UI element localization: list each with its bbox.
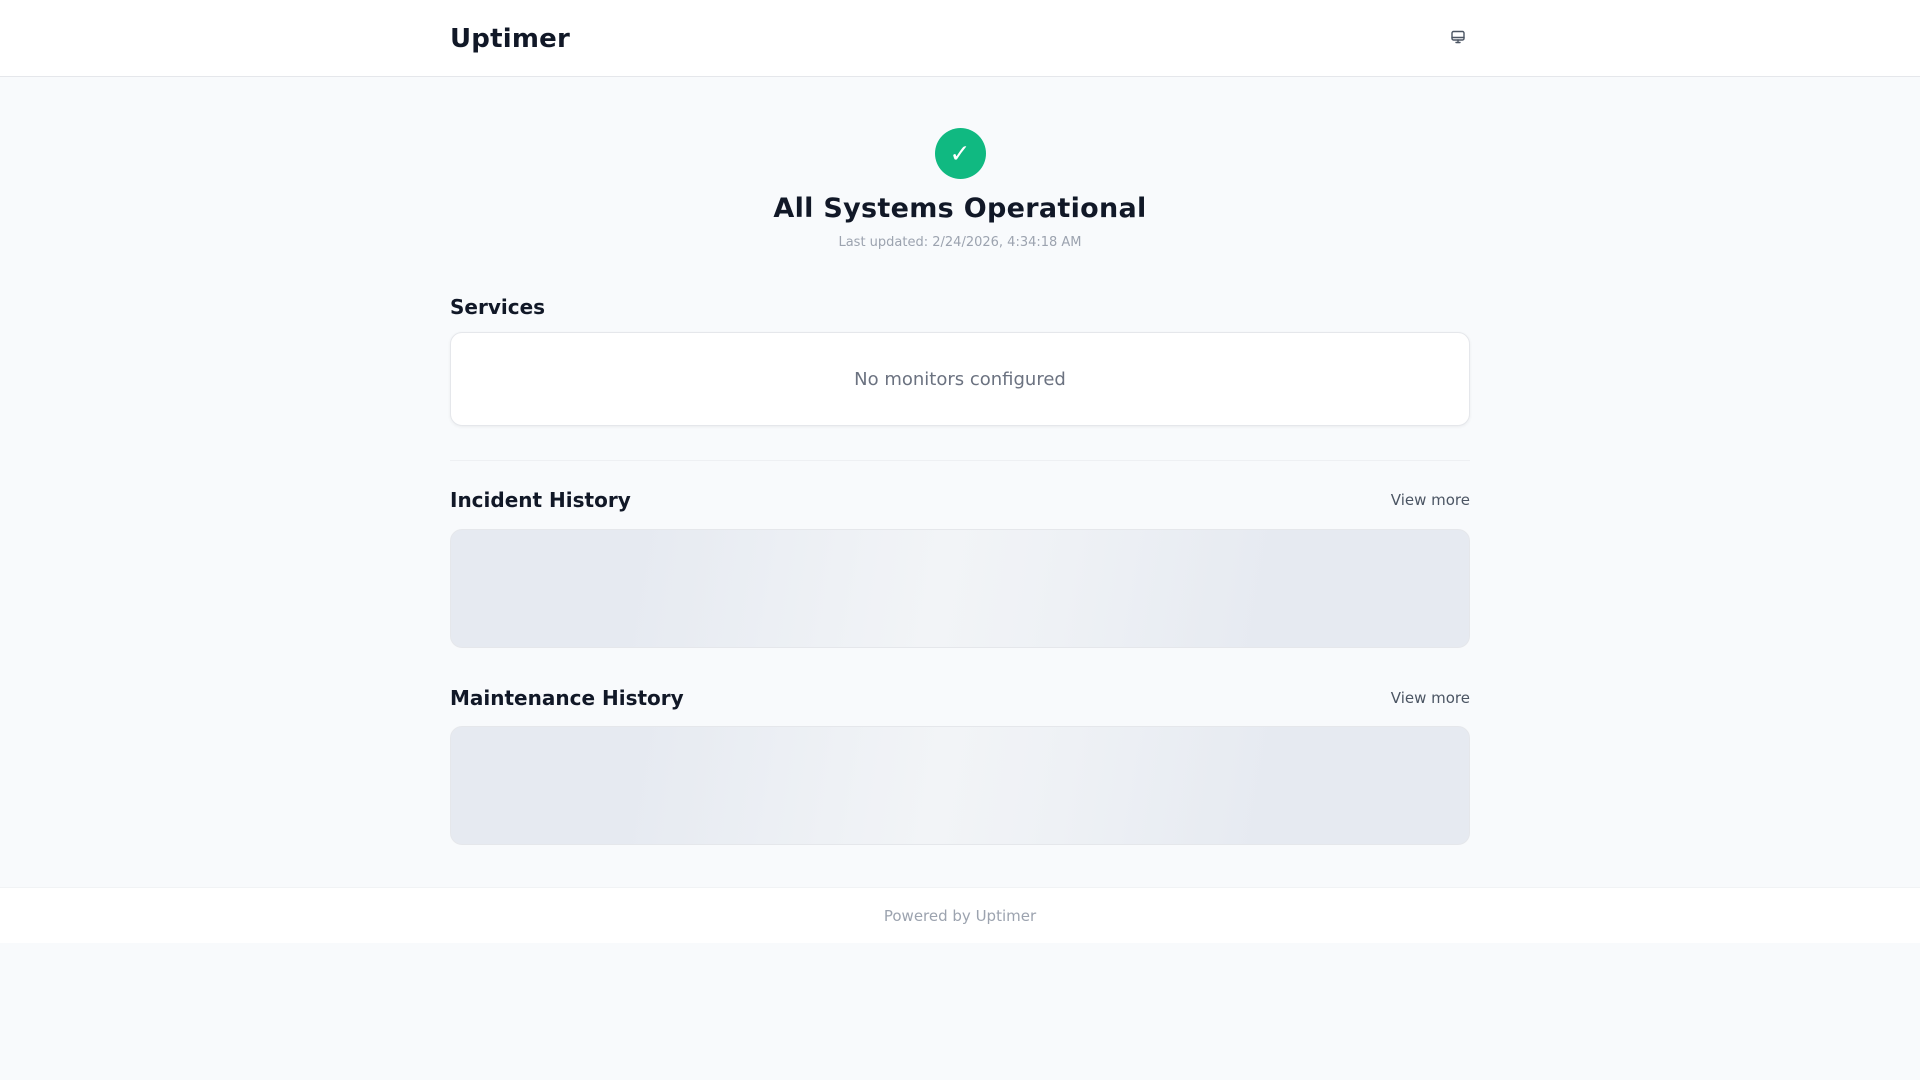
services-heading: Services (450, 295, 546, 319)
incident-history-section: Incident History View more (450, 488, 1470, 648)
maintenance-view-more-link[interactable]: View more (1391, 689, 1470, 707)
monitor-icon (1450, 29, 1466, 49)
theme-toggle-button[interactable] (1440, 21, 1476, 57)
services-section: Services No monitors configured (450, 295, 1470, 426)
incident-loading-skeleton (450, 529, 1470, 648)
incident-view-more-link[interactable]: View more (1391, 491, 1470, 509)
last-updated-text: Last updated: 2/24/2026, 4:34:18 AM (838, 235, 1082, 250)
check-icon: ✓ (949, 139, 971, 168)
services-card: No monitors configured (450, 332, 1470, 426)
incident-history-heading: Incident History (450, 488, 631, 512)
no-monitors-message: No monitors configured (854, 368, 1066, 390)
page-footer: Powered by Uptimer (0, 887, 1920, 943)
maintenance-loading-skeleton (450, 726, 1470, 845)
overall-status: ✓ All Systems Operational Last updated: … (450, 77, 1470, 250)
maintenance-history-section: Maintenance History View more (450, 686, 1470, 845)
main-content: ✓ All Systems Operational Last updated: … (450, 77, 1470, 845)
maintenance-history-heading: Maintenance History (450, 686, 684, 710)
status-indicator: ✓ (934, 128, 986, 179)
powered-by-text: Powered by Uptimer (883, 906, 1037, 925)
status-title: All Systems Operational (773, 193, 1147, 224)
section-divider (450, 460, 1470, 461)
brand-logo-text[interactable]: Uptimer (450, 24, 570, 54)
top-header: Uptimer (0, 0, 1920, 77)
